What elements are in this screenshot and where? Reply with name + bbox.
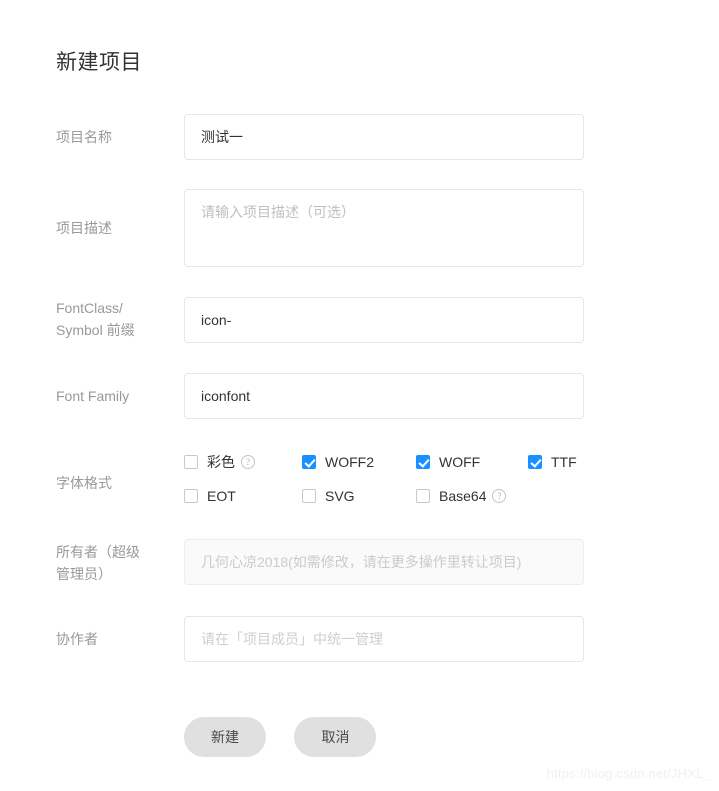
- project-desc-textarea[interactable]: [184, 189, 584, 267]
- font-format-row-1: 彩色 ? WOFF2 WOFF TTF: [184, 450, 644, 484]
- field-project-desc: [184, 189, 584, 272]
- checkbox-label-base64: Base64: [439, 488, 487, 504]
- project-name-input[interactable]: [184, 114, 584, 160]
- new-project-page: 新建项目 项目名称 项目描述 FontClass/ Symbol 前缀: [0, 0, 719, 791]
- help-circle-icon-color[interactable]: ?: [241, 455, 255, 469]
- label-font-format: 字体格式: [56, 475, 112, 491]
- checkbox-box-ttf[interactable]: [528, 455, 542, 469]
- checkbox-box-woff2[interactable]: [302, 455, 316, 469]
- prefix-input[interactable]: [184, 297, 584, 343]
- label-collaborator: 协作者: [56, 631, 98, 647]
- checkbox-color[interactable]: 彩色 ?: [184, 452, 255, 472]
- checkbox-box-svg[interactable]: [302, 489, 316, 503]
- field-collaborator: [184, 616, 584, 662]
- checkbox-box-base64[interactable]: [416, 489, 430, 503]
- label-font-family: Font Family: [56, 388, 130, 404]
- label-owner-line2: 管理员）: [56, 566, 112, 582]
- checkbox-base64[interactable]: Base64 ?: [416, 486, 507, 506]
- submit-button[interactable]: 新建: [184, 717, 266, 757]
- checkbox-label-color: 彩色: [207, 454, 235, 470]
- label-project-desc: 项目描述: [56, 220, 112, 236]
- field-font-family: [184, 373, 584, 419]
- checkbox-box-woff[interactable]: [416, 455, 430, 469]
- label-owner-line1: 所有者（超级: [56, 544, 140, 560]
- checkbox-box-color[interactable]: [184, 455, 198, 469]
- label-project-name: 项目名称: [56, 129, 112, 145]
- font-format-checkbox-group: 彩色 ? WOFF2 WOFF TTF EOT SVG Base64 ?: [184, 450, 644, 518]
- label-owner: 所有者（超级 管理员）: [56, 541, 174, 585]
- checkbox-woff[interactable]: WOFF: [416, 452, 480, 472]
- page-title: 新建项目: [56, 51, 142, 74]
- collaborator-input[interactable]: [184, 616, 584, 662]
- label-prefix-line1: FontClass/: [56, 300, 123, 316]
- cancel-button[interactable]: 取消: [294, 717, 377, 757]
- checkbox-eot[interactable]: EOT: [184, 486, 236, 506]
- label-prefix-line2: Symbol 前缀: [56, 322, 135, 338]
- watermark-text: https://blog.csdn.net/JHXL_: [546, 766, 711, 781]
- checkbox-label-ttf: TTF: [551, 454, 577, 470]
- checkbox-label-eot: EOT: [207, 488, 236, 504]
- checkbox-label-woff2: WOFF2: [325, 454, 374, 470]
- field-owner: [184, 539, 584, 585]
- form-actions: 新建 取消: [184, 717, 377, 757]
- owner-input: [184, 539, 584, 585]
- font-family-input[interactable]: [184, 373, 584, 419]
- label-prefix: FontClass/ Symbol 前缀: [56, 297, 174, 341]
- checkbox-svg[interactable]: SVG: [302, 486, 355, 506]
- field-prefix: [184, 297, 584, 343]
- checkbox-ttf[interactable]: TTF: [528, 452, 577, 472]
- checkbox-box-eot[interactable]: [184, 489, 198, 503]
- font-format-row-2: EOT SVG Base64 ?: [184, 484, 644, 518]
- checkbox-label-woff: WOFF: [439, 454, 481, 470]
- field-project-name: [184, 114, 584, 160]
- checkbox-woff2[interactable]: WOFF2: [302, 452, 374, 472]
- checkbox-label-svg: SVG: [325, 488, 355, 504]
- help-circle-icon-base64[interactable]: ?: [492, 489, 507, 503]
